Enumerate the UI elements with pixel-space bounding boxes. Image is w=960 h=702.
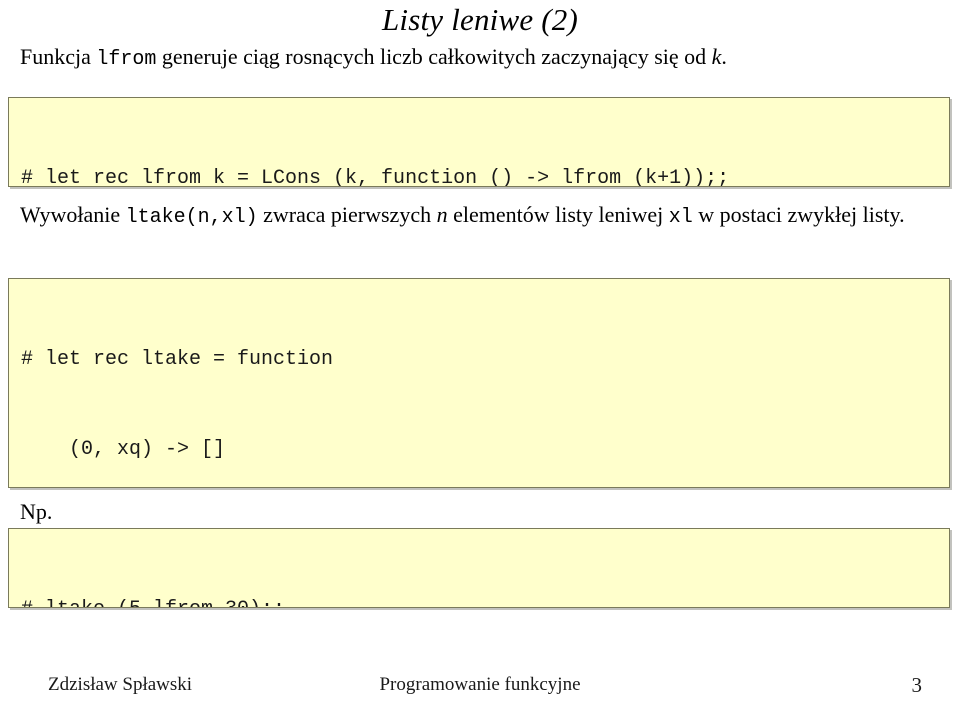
middle-text-mid1: zwraca pierwszych xyxy=(257,202,437,227)
intro-text-middle: generuje ciąg rosnących liczb całkowityc… xyxy=(156,44,712,69)
code-line: # let rec lfrom k = LCons (k, function (… xyxy=(21,167,730,187)
footer-page-number: 3 xyxy=(911,673,923,697)
code-block-ltake: # let rec ltake = function (0, xq) -> []… xyxy=(8,278,950,488)
code-line: # ltake (5,lfrom 30);; xyxy=(21,595,939,607)
code-line: # let rec ltake = function xyxy=(21,348,334,371)
intro-text-before: Funkcja xyxy=(20,44,97,69)
slide-root: Listy leniwe (2) Funkcja lfrom generuje … xyxy=(0,0,960,702)
middle-mono-ltake-call: ltake(n,xl) xyxy=(125,206,258,229)
middle-text-after: w postaci zwykłej listy. xyxy=(692,202,905,227)
code-block-lfrom: # let rec lfrom k = LCons (k, function (… xyxy=(8,97,950,187)
page-title: Listy leniwe (2) xyxy=(381,2,579,37)
intro-mono-lfrom: lfrom xyxy=(96,48,157,71)
middle-text-mid2: elementów listy leniwej xyxy=(447,202,669,227)
middle-text-before: Wywołanie xyxy=(20,202,126,227)
example-label: Np. xyxy=(20,499,53,524)
code-block-example: # ltake (5,lfrom 30);; - : int list = [3… xyxy=(8,528,950,608)
middle-italic-n: n xyxy=(436,202,448,227)
middle-mono-xl: xl xyxy=(668,206,693,229)
intro-text-after: . xyxy=(721,44,727,69)
description-paragraph: Wywołanie ltake(n,xl) zwraca pierwszych … xyxy=(20,200,945,233)
slide-footer: Zdzisław Spławski Programowanie funkcyjn… xyxy=(0,672,960,702)
code-line: (0, xq) -> [] xyxy=(21,438,226,461)
intro-italic-k: k xyxy=(711,44,722,69)
intro-paragraph: Funkcja lfrom generuje ciąg rosnących li… xyxy=(20,42,945,75)
footer-subject: Programowanie funkcyjne xyxy=(379,674,581,695)
